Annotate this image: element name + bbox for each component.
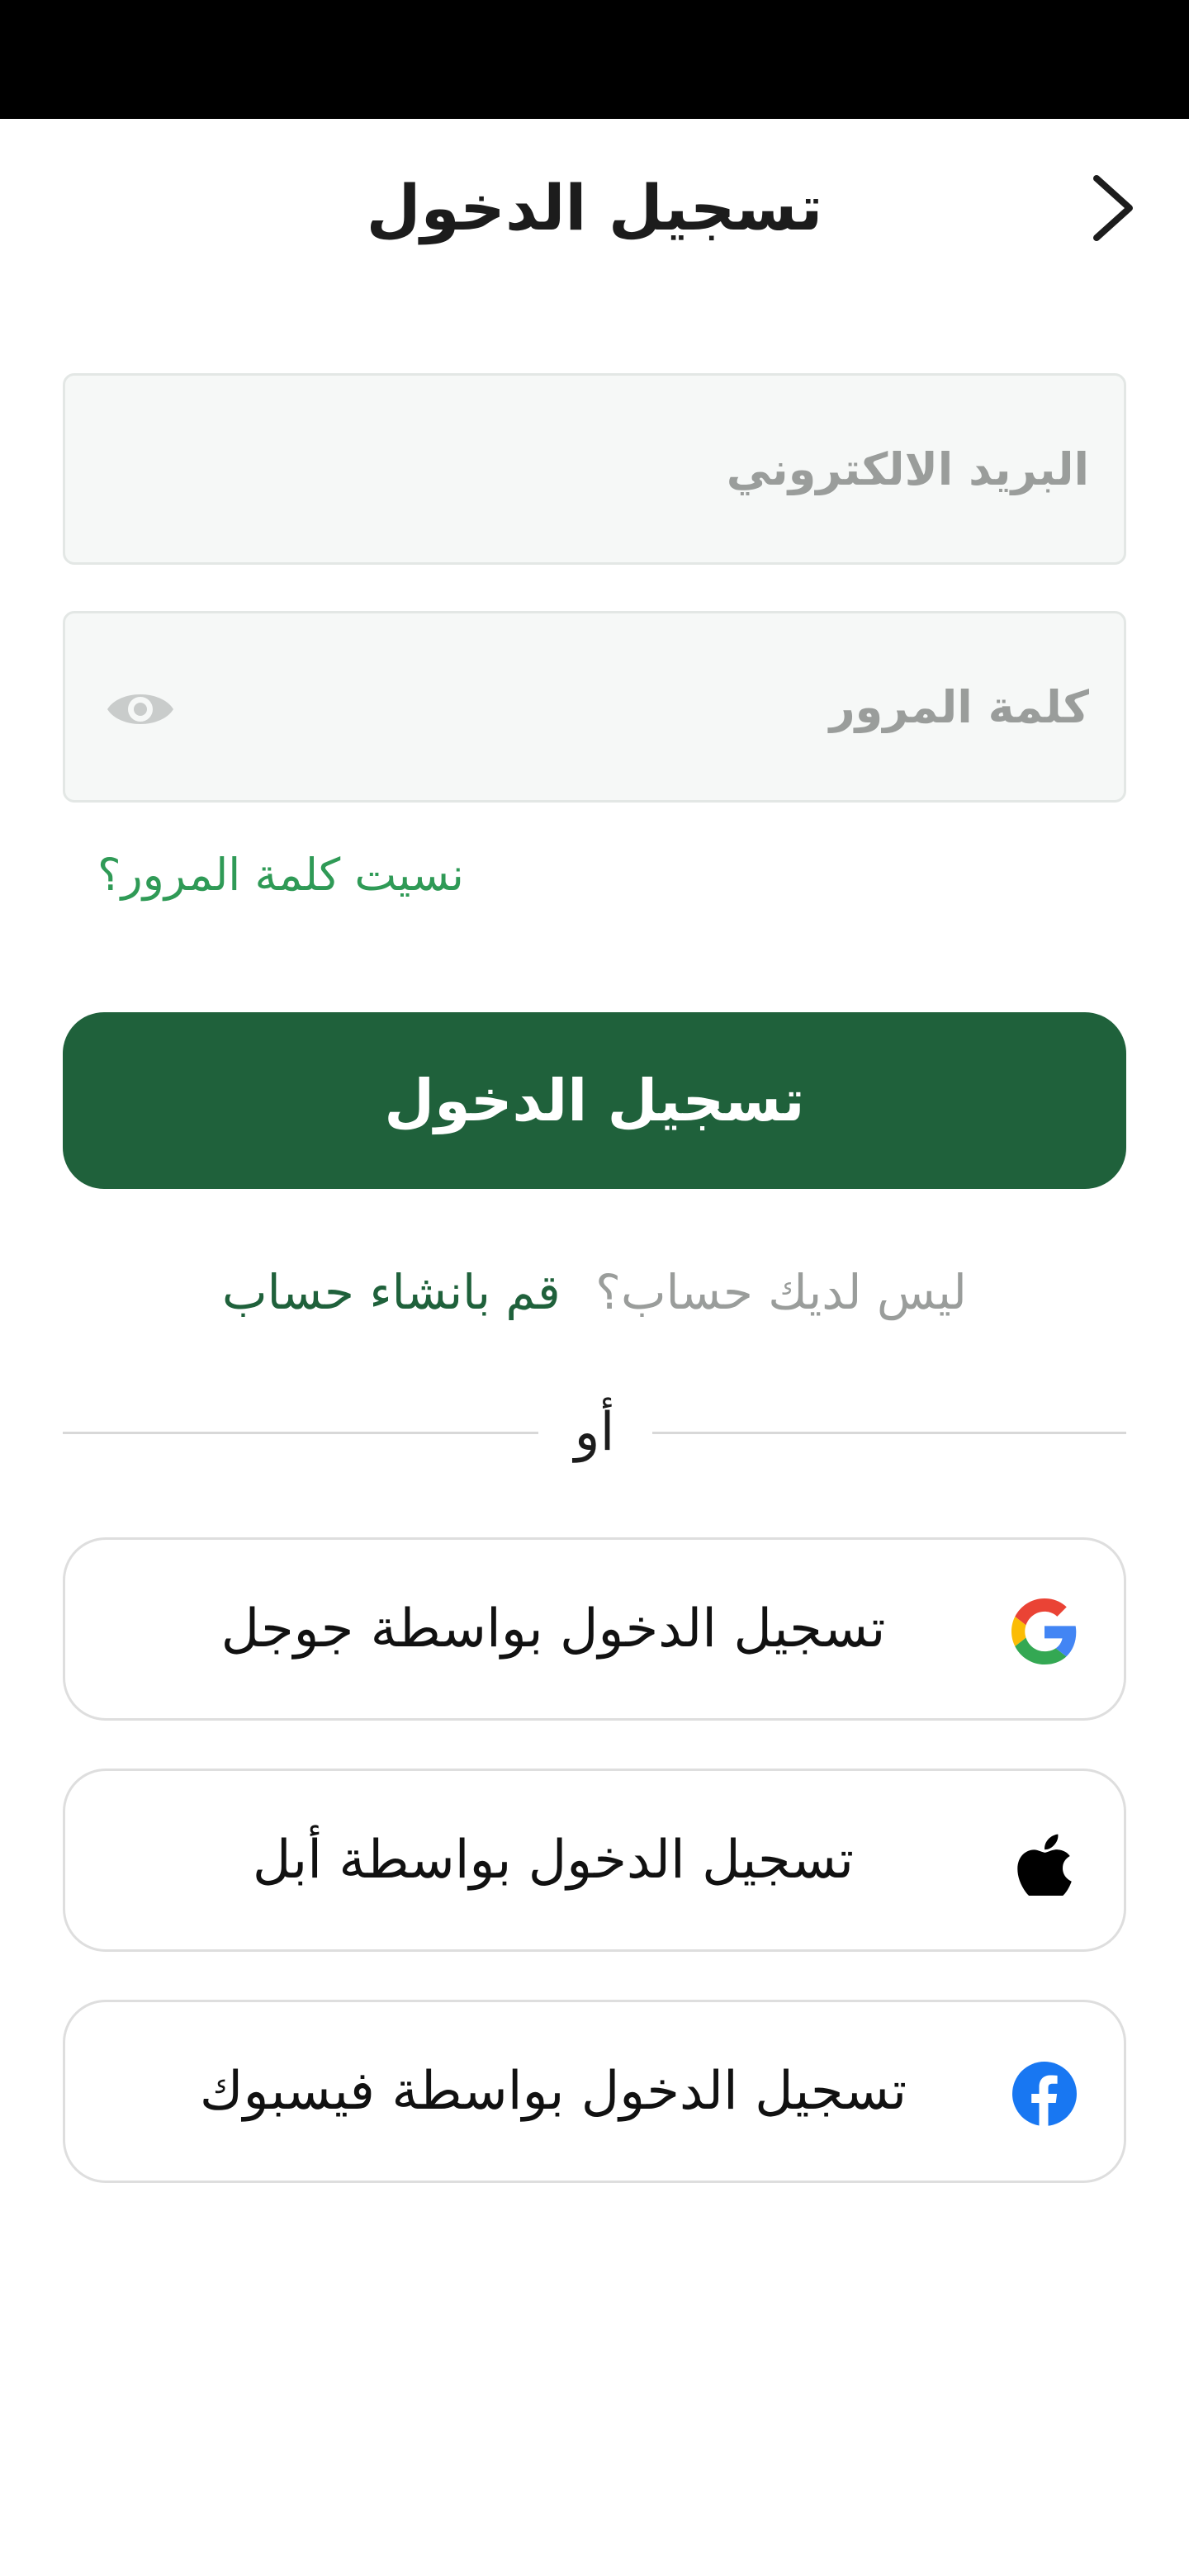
password-input[interactable] (263, 613, 1089, 800)
password-field[interactable] (63, 611, 1126, 803)
google-icon (1011, 1598, 1078, 1664)
facebook-login-button[interactable]: تسجيل الدخول بواسطة فيسبوك (63, 2000, 1126, 2183)
email-input[interactable] (263, 376, 1089, 562)
apple-icon (1011, 1830, 1078, 1896)
facebook-icon (1011, 2061, 1078, 2127)
facebook-login-label: تسجيل الدخول بواسطة فيسبوك (199, 2061, 907, 2122)
header: تسجيل الدخول (0, 119, 1189, 297)
apple-login-label: تسجيل الدخول بواسطة أبل (252, 1830, 855, 1891)
divider-line-left (63, 1432, 538, 1434)
divider-line-right (652, 1432, 1126, 1434)
eye-icon (107, 694, 173, 724)
email-field[interactable] (63, 373, 1126, 565)
create-account-link[interactable]: قم بانشاء حساب (222, 1264, 561, 1320)
signup-row: ليس لديك حساب؟ قم بانشاء حساب (0, 1255, 1189, 1329)
forgot-password-link[interactable]: نسيت كلمة المرور؟ (97, 842, 464, 908)
divider-or-text: أو (574, 1402, 615, 1463)
page-title: تسجيل الدخول (366, 171, 823, 244)
signup-prompt: ليس لديك حساب؟ (595, 1264, 967, 1320)
apple-login-button[interactable]: تسجيل الدخول بواسطة أبل (63, 1769, 1126, 1952)
google-login-button[interactable]: تسجيل الدخول بواسطة جوجل (63, 1537, 1126, 1721)
status-bar (0, 0, 1189, 119)
password-visibility-toggle[interactable] (103, 676, 178, 742)
login-button[interactable]: تسجيل الدخول (63, 1012, 1126, 1189)
google-login-label: تسجيل الدخول بواسطة جوجل (220, 1598, 886, 1660)
